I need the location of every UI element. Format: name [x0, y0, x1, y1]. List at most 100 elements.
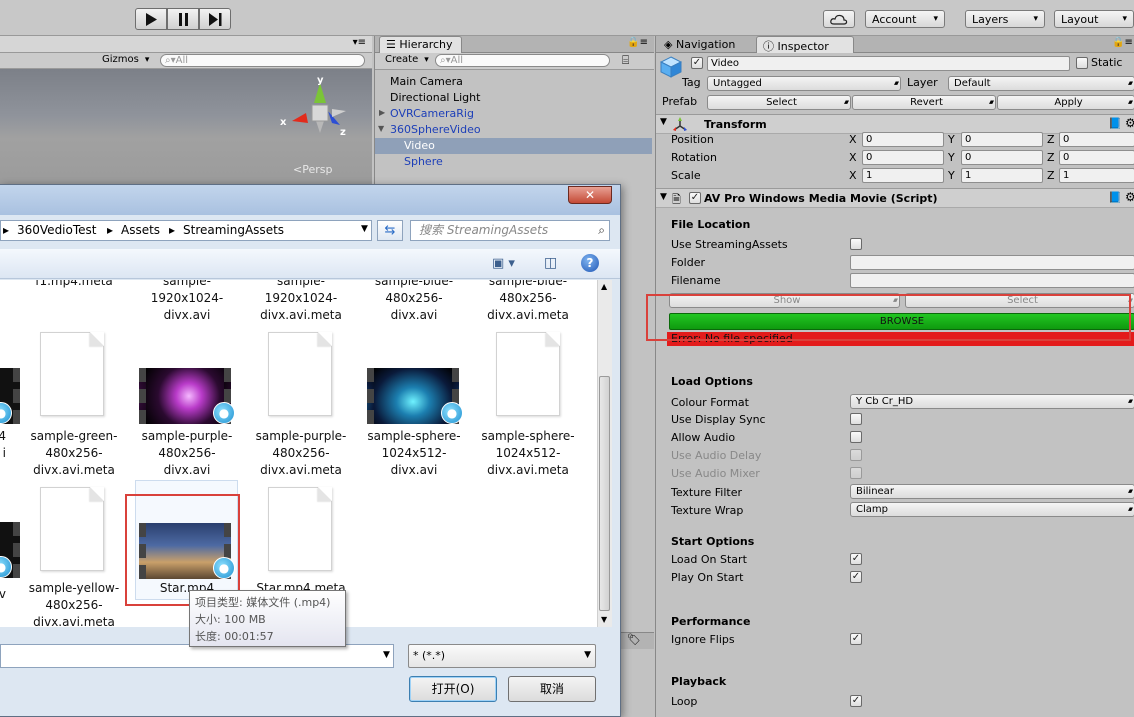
file-item[interactable]: sample-purple-480x256-divx.avi [137, 428, 237, 479]
transform-header[interactable]: ▼ Transform 📘 ⚙ [656, 114, 1134, 134]
settings-gear-icon[interactable]: ⚙ [1125, 116, 1134, 130]
pause-button[interactable] [167, 8, 199, 30]
help-icon[interactable]: ? [581, 254, 599, 272]
breadcrumb-item[interactable]: Assets [121, 223, 160, 237]
help-book-icon[interactable]: 📘 [1108, 117, 1122, 130]
navigation-tab[interactable]: ◈ Navigation [664, 38, 735, 51]
colour-format-dropdown[interactable]: Y Cb Cr_HD [850, 394, 1134, 409]
hierarchy-search-input[interactable]: ⌕▾All [435, 54, 610, 67]
file-item[interactable]: sample-sphere-1024x512-divx.avi.meta [478, 428, 578, 479]
help-book-icon[interactable]: 📘 [1108, 191, 1122, 204]
dialog-title-bar[interactable] [0, 185, 620, 215]
use-audio-mixer-checkbox[interactable] [850, 467, 862, 479]
account-dropdown[interactable]: Account [865, 10, 945, 28]
use-display-sync-checkbox[interactable] [850, 413, 862, 425]
hierarchy-item-directional-light[interactable]: Directional Light [390, 90, 480, 106]
hierarchy-item-sphere[interactable]: Sphere [404, 154, 443, 170]
hierarchy-tab[interactable]: ☰ Hierarchy [379, 36, 462, 53]
scene-menu-icon[interactable]: ▾≡ [353, 37, 366, 48]
layout-dropdown[interactable]: Layout [1054, 10, 1134, 28]
file-item[interactable]: sample-1920x1024-divx.avi [137, 280, 237, 324]
rotation-y-field[interactable]: 0 [961, 150, 1043, 165]
scale-z-field[interactable]: 1 [1059, 168, 1134, 183]
document-icon[interactable] [40, 332, 104, 416]
position-x-field[interactable]: 0 [862, 132, 944, 147]
hierarchy-item-ovrcamerarig[interactable]: OVRCameraRig [390, 106, 474, 122]
layer-dropdown[interactable]: Default [948, 76, 1134, 91]
script-component-header[interactable]: ▼ 🗎 ✓ AV Pro Windows Media Movie (Script… [656, 188, 1134, 208]
filename-field[interactable] [850, 273, 1134, 288]
breadcrumb-item[interactable]: StreamingAssets [183, 223, 284, 237]
scene-search-input[interactable]: ⌕▾All [160, 54, 365, 67]
collapse-arrow-icon[interactable]: ▼ [660, 192, 667, 202]
file-item[interactable]: sample-purple-480x256-divx.avi.meta [251, 428, 351, 479]
file-item[interactable]: sample-blue-480x256-divx.avi [364, 280, 464, 324]
expand-arrow-icon[interactable]: ▶ [379, 108, 385, 117]
filename-combobox[interactable]: ▼ [0, 644, 394, 668]
gizmos-dropdown[interactable]: Gizmos [102, 54, 149, 65]
tag-dropdown[interactable]: Untagged [707, 76, 901, 91]
hierarchy-item-video[interactable]: Video [404, 138, 435, 154]
loop-checkbox[interactable]: ✓ [850, 695, 862, 707]
open-button[interactable]: 打开(O) [409, 676, 497, 702]
scale-y-field[interactable]: 1 [961, 168, 1043, 183]
play-button[interactable] [135, 8, 167, 30]
script-enabled-checkbox[interactable]: ✓ [689, 192, 701, 204]
step-button[interactable] [199, 8, 231, 30]
address-dropdown-icon[interactable]: ▼ [361, 224, 368, 234]
scroll-down-icon[interactable]: ▼ [601, 615, 607, 624]
inspector-lock-icon[interactable]: 🔒≡ [1112, 37, 1133, 48]
breadcrumb-item[interactable]: 360VedioTest [17, 223, 97, 237]
view-options-icon[interactable]: ▣ ▾ [492, 256, 515, 271]
texture-filter-dropdown[interactable]: Bilinear [850, 484, 1134, 499]
file-list-scrollbar[interactable]: ▲ ▼ [597, 280, 612, 627]
file-item-partial[interactable]: 4i [0, 428, 6, 462]
collapse-arrow-icon[interactable]: ▼ [378, 124, 384, 133]
file-item[interactable]: f1.mp4.meta [24, 280, 124, 290]
rotation-z-field[interactable]: 0 [1059, 150, 1134, 165]
prefab-select-button[interactable]: Select [707, 95, 851, 110]
scale-x-field[interactable]: 1 [862, 168, 944, 183]
texture-wrap-dropdown[interactable]: Clamp [850, 502, 1134, 517]
scene-viewport[interactable]: y x z <Persp [0, 69, 372, 185]
breadcrumb-separator-icon[interactable]: ▸ [169, 223, 175, 237]
settings-gear-icon[interactable]: ⚙ [1125, 190, 1134, 204]
document-icon[interactable] [268, 487, 332, 571]
chevron-down-icon[interactable]: ▼ [383, 650, 390, 660]
rotation-x-field[interactable]: 0 [862, 150, 944, 165]
use-audio-delay-checkbox[interactable] [850, 449, 862, 461]
hierarchy-lock-icon[interactable]: 🔒≡ [627, 37, 648, 48]
scene-root-icon[interactable]: ⌸ [622, 53, 629, 68]
folder-field[interactable] [850, 255, 1134, 270]
file-item[interactable]: sample-green-480x256-divx.avi.meta [24, 428, 124, 479]
preview-pane-icon[interactable]: ◫ [544, 255, 557, 271]
prefab-apply-button[interactable]: Apply [997, 95, 1134, 110]
layers-dropdown[interactable]: Layers [965, 10, 1045, 28]
scrollbar-thumb[interactable] [599, 376, 610, 611]
inspector-tab[interactable]: ⓘ Inspector [756, 36, 854, 53]
position-z-field[interactable]: 0 [1059, 132, 1134, 147]
collapse-arrow-icon[interactable]: ▼ [660, 117, 667, 127]
file-item[interactable]: sample-1920x1024-divx.avi.meta [251, 280, 351, 324]
dialog-close-button[interactable]: ✕ [568, 186, 612, 204]
position-y-field[interactable]: 0 [961, 132, 1043, 147]
file-item[interactable]: sample-blue-480x256-divx.avi.meta [478, 280, 578, 324]
create-dropdown[interactable]: Create [385, 54, 429, 65]
static-checkbox[interactable] [1076, 57, 1088, 69]
object-name-field[interactable]: Video [707, 56, 1070, 71]
breadcrumb-separator-icon[interactable]: ▸ [107, 223, 113, 237]
active-checkbox[interactable]: ✓ [691, 57, 703, 69]
refresh-button[interactable]: ⇆ [377, 220, 403, 241]
file-item[interactable]: sample-yellow-480x256-divx.avi.meta [24, 580, 124, 627]
scroll-up-icon[interactable]: ▲ [601, 282, 607, 291]
prefab-revert-button[interactable]: Revert [852, 95, 996, 110]
tag-icon[interactable]: 🏷 [627, 633, 641, 646]
ignore-flips-checkbox[interactable]: ✓ [850, 633, 862, 645]
file-item[interactable]: sample-sphere-1024x512-divx.avi [364, 428, 464, 479]
document-icon[interactable] [40, 487, 104, 571]
orientation-gizmo-icon[interactable]: y x z [280, 75, 360, 155]
file-type-filter-dropdown[interactable]: * (*.*) ▼ [408, 644, 596, 668]
allow-audio-checkbox[interactable] [850, 431, 862, 443]
document-icon[interactable] [268, 332, 332, 416]
hierarchy-item-360spherevideo[interactable]: 360SphereVideo [390, 122, 481, 138]
